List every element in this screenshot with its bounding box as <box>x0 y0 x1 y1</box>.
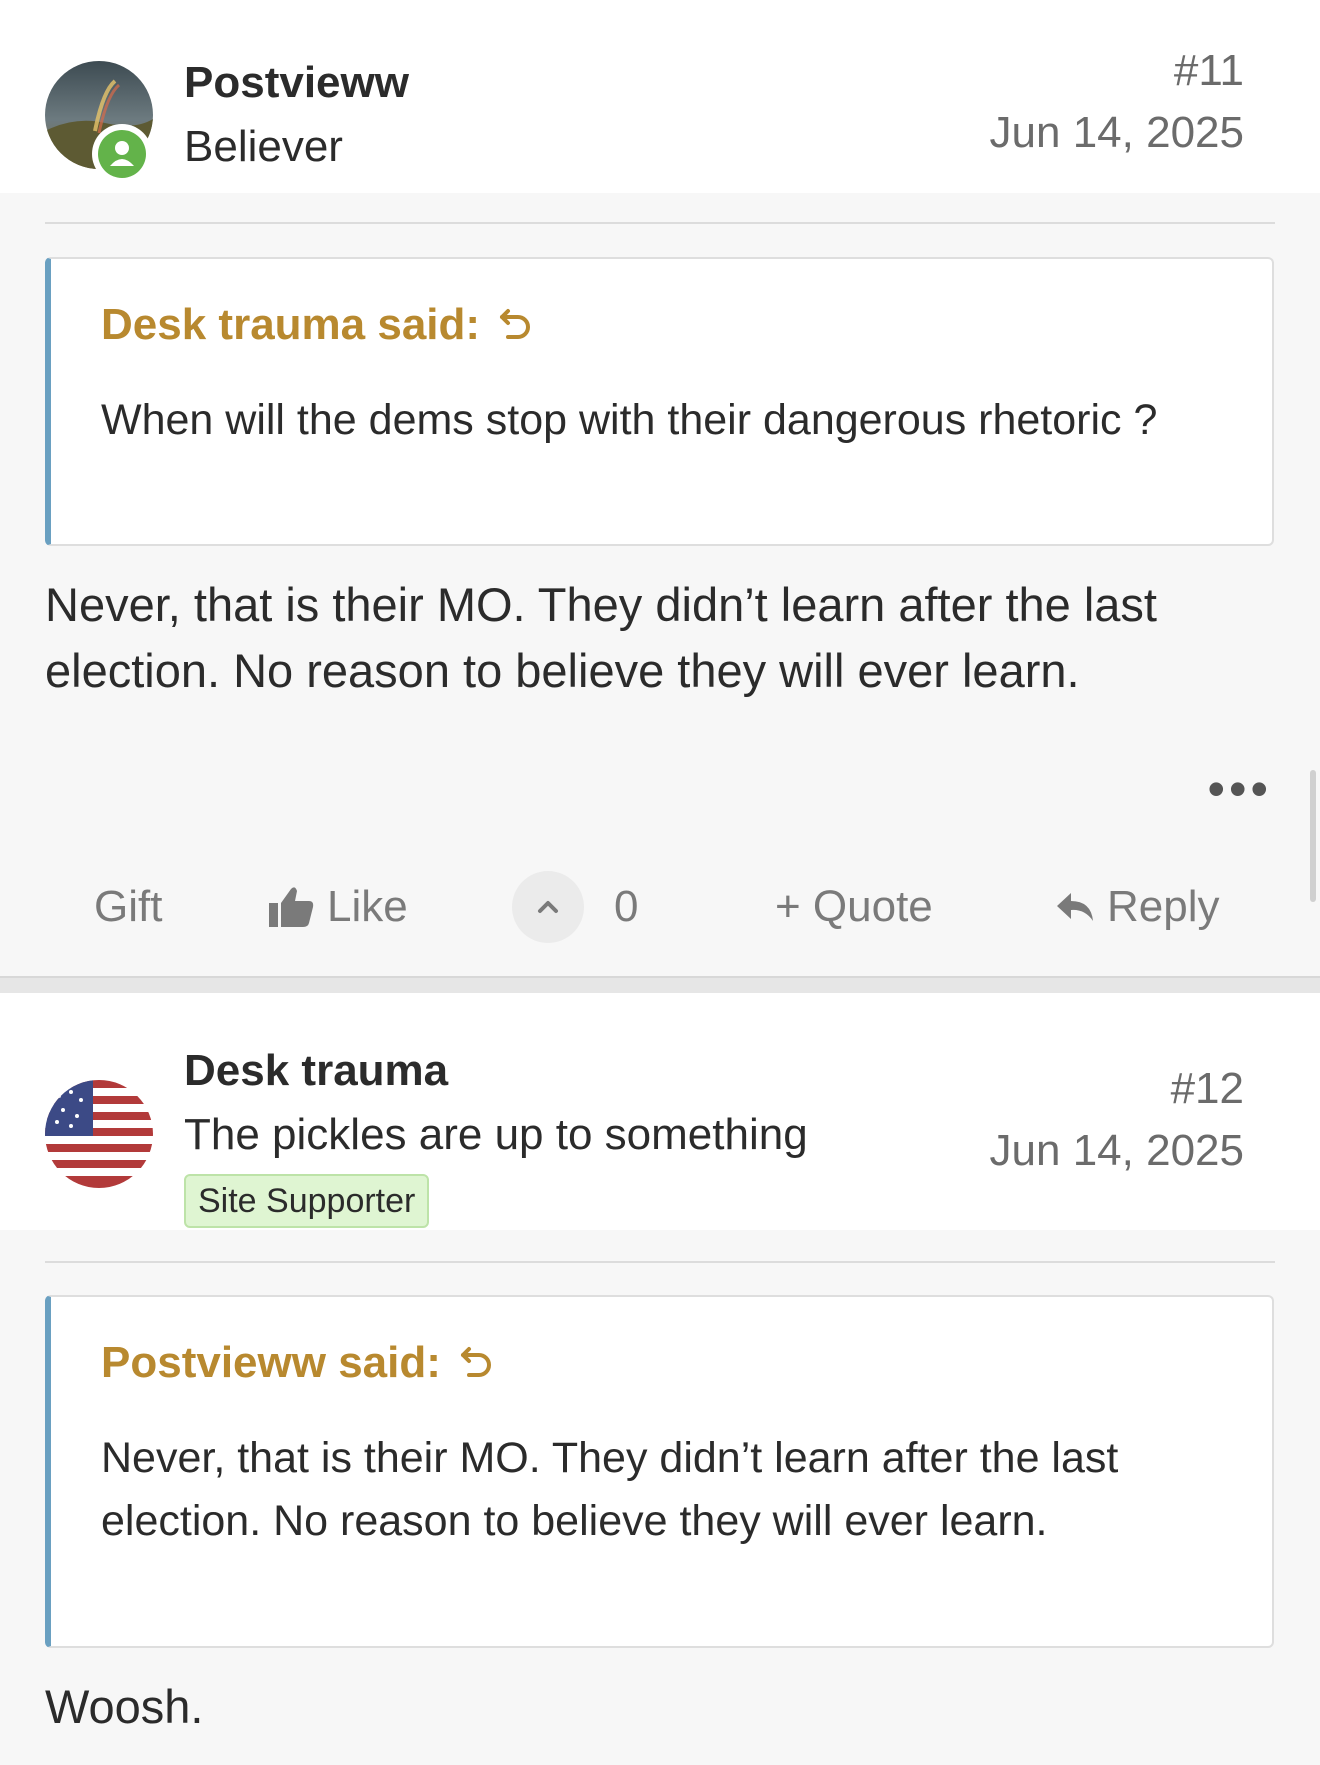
quote-block: Desk trauma said: When will the dems sto… <box>45 257 1274 546</box>
jump-to-quote-icon[interactable] <box>498 305 534 345</box>
vote-control: 0 <box>512 862 638 952</box>
gift-label: Gift <box>94 882 163 931</box>
quote-author[interactable]: Desk trauma said: <box>101 300 534 350</box>
user-title: Believer <box>184 122 343 171</box>
user-title: The pickles are up to something <box>184 1110 808 1159</box>
user-avatar-desk-trauma[interactable] <box>45 1080 153 1188</box>
quote-text: When will the dems stop with their dange… <box>101 396 1158 444</box>
like-label: Like <box>327 882 408 931</box>
reply-label: Reply <box>1107 882 1220 931</box>
username[interactable]: Postvieww <box>184 58 409 108</box>
quote-label: + Quote <box>775 882 933 931</box>
reply-arrow-icon <box>1057 893 1093 921</box>
post-number[interactable]: #12 <box>1171 1064 1244 1114</box>
chevron-up-icon <box>538 901 558 913</box>
reply-button[interactable]: Reply <box>1055 862 1220 952</box>
post-date[interactable]: Jun 14, 2025 <box>990 108 1244 158</box>
quote-author-label[interactable]: Postvieww said: <box>101 1338 441 1388</box>
jump-to-quote-icon[interactable] <box>459 1343 495 1383</box>
quote-button[interactable]: + Quote <box>775 862 933 952</box>
gift-button[interactable]: Gift <box>94 862 162 952</box>
online-status-icon <box>92 124 152 184</box>
like-button[interactable]: Like <box>267 862 408 952</box>
post-actions: Gift Like 0 + Quote Reply <box>0 862 1320 952</box>
divider <box>45 1261 1275 1263</box>
username[interactable]: Desk trauma <box>184 1046 448 1096</box>
post-separator <box>0 976 1320 993</box>
post-message: Woosh. <box>45 1680 204 1733</box>
more-options-icon[interactable]: ••• <box>1207 764 1272 814</box>
thumbs-up-icon <box>269 887 314 927</box>
site-supporter-badge: Site Supporter <box>184 1174 430 1228</box>
vote-count: 0 <box>614 882 639 931</box>
post-number[interactable]: #11 <box>1174 46 1244 96</box>
quote-text: Never, that is their MO. They didn’t lea… <box>101 1434 1119 1545</box>
quote-author-label[interactable]: Desk trauma said: <box>101 300 480 350</box>
upvote-button[interactable] <box>512 871 584 943</box>
quote-author[interactable]: Postvieww said: <box>101 1338 495 1388</box>
divider <box>45 222 1275 224</box>
post-message: Never, that is their MO. They didn’t lea… <box>45 578 1157 697</box>
post-date[interactable]: Jun 14, 2025 <box>990 1126 1244 1176</box>
quote-block: Postvieww said: Never, that is their MO.… <box>45 1295 1274 1648</box>
